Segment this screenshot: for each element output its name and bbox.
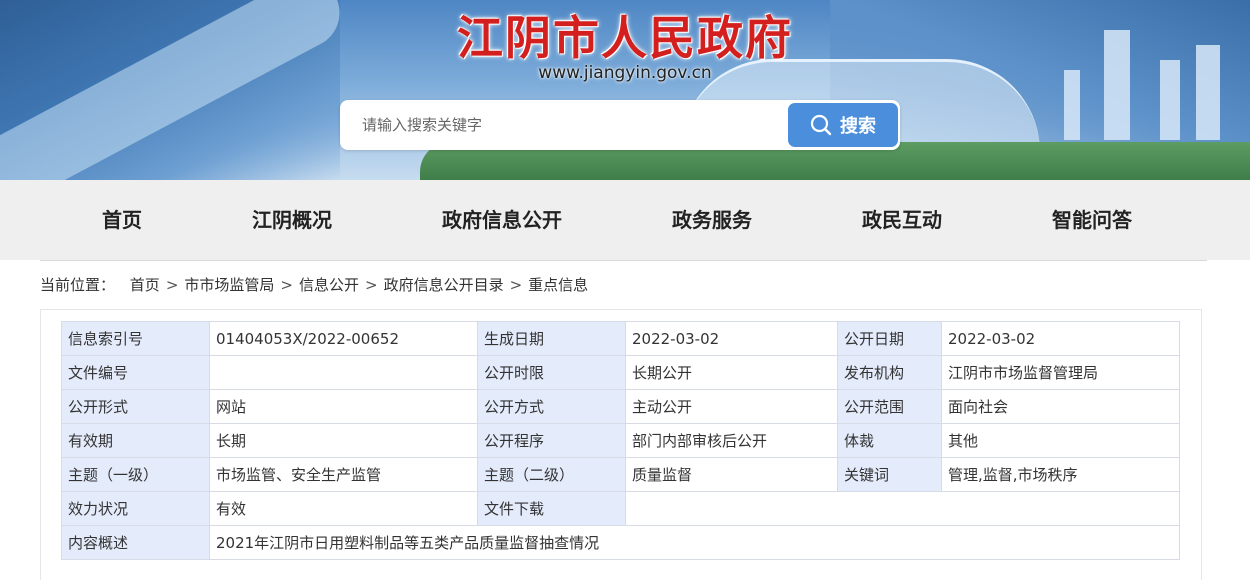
procedure-label: 公开程序	[477, 423, 626, 458]
status-value: 有效	[209, 491, 478, 526]
topic1-value: 市场监管、安全生产监管	[209, 457, 478, 492]
publisher-label: 发布机构	[837, 355, 942, 390]
breadcrumb-item-info-public[interactable]: 信息公开	[299, 276, 359, 294]
publish-mode-label: 公开方式	[477, 389, 626, 424]
table-row: 有效期 长期 公开程序 部门内部审核后公开 体裁 其他	[61, 423, 1180, 458]
search-icon	[810, 114, 832, 136]
download-label: 文件下载	[477, 491, 626, 526]
search-input[interactable]	[340, 100, 780, 150]
publish-form-label: 公开形式	[61, 389, 210, 424]
table-row: 主题（一级） 市场监管、安全生产监管 主题（二级） 质量监督 关键词 管理,监督…	[61, 457, 1180, 492]
publish-mode-value: 主动公开	[625, 389, 838, 424]
nav-item-qa[interactable]: 智能问答	[1052, 180, 1132, 260]
site-title: 江阴市人民政府	[457, 11, 793, 65]
publish-scope-label: 公开范围	[837, 389, 942, 424]
publish-term-value: 长期公开	[625, 355, 838, 390]
procedure-value: 部门内部审核后公开	[625, 423, 838, 458]
header-banner: 江阴市人民政府 www.jiangyin.gov.cn 搜索	[0, 0, 1250, 180]
nav-item-home[interactable]: 首页	[102, 180, 142, 260]
search-button[interactable]: 搜索	[788, 103, 898, 147]
table-row: 内容概述 2021年江阴市日用塑料制品等五类产品质量监督抽查情况	[61, 525, 1180, 560]
doc-no-label: 文件编号	[61, 355, 210, 390]
search-box: 搜索	[340, 100, 900, 150]
genre-label: 体裁	[837, 423, 942, 458]
breadcrumb-separator: >	[509, 276, 523, 294]
nav-item-interaction[interactable]: 政民互动	[862, 180, 942, 260]
table-row: 效力状况 有效 文件下载	[61, 491, 1180, 526]
doc-no-value	[209, 355, 478, 390]
validity-label: 有效期	[61, 423, 210, 458]
keywords-value: 管理,监督,市场秩序	[941, 457, 1180, 492]
topic2-label: 主题（二级）	[477, 457, 626, 492]
info-metadata-table: 信息索引号 01404053X/2022-00652 生成日期 2022-03-…	[61, 321, 1180, 560]
search-button-label: 搜索	[840, 116, 876, 137]
summary-label: 内容概述	[61, 525, 210, 560]
nav-item-overview[interactable]: 江阴概况	[252, 180, 332, 260]
site-url: www.jiangyin.gov.cn	[538, 63, 712, 83]
publish-date-value: 2022-03-02	[941, 321, 1180, 356]
table-row: 公开形式 网站 公开方式 主动公开 公开范围 面向社会	[61, 389, 1180, 424]
breadcrumb-separator: >	[280, 276, 293, 294]
topic2-value: 质量监督	[625, 457, 838, 492]
breadcrumb-separator: >	[365, 276, 378, 294]
status-label: 效力状况	[61, 491, 210, 526]
publish-form-value: 网站	[209, 389, 478, 424]
publish-date-label: 公开日期	[837, 321, 942, 356]
nav-item-services[interactable]: 政务服务	[672, 180, 752, 260]
divider	[40, 260, 1207, 261]
breadcrumb: 当前位置： 首页 > 市市场监管局 > 信息公开 > 政府信息公开目录 > 重点信息	[40, 274, 588, 295]
validity-value: 长期	[209, 423, 478, 458]
publisher-value: 江阴市市场监督管理局	[941, 355, 1180, 390]
breadcrumb-item-catalog[interactable]: 政府信息公开目录	[384, 276, 504, 294]
download-value[interactable]	[625, 491, 1180, 526]
breadcrumb-item-market-bureau[interactable]: 市市场监管局	[184, 276, 274, 294]
breadcrumb-item-home[interactable]: 首页	[130, 276, 160, 294]
publish-scope-value: 面向社会	[941, 389, 1180, 424]
topic1-label: 主题（一级）	[61, 457, 210, 492]
created-date-value: 2022-03-02	[625, 321, 838, 356]
genre-value: 其他	[941, 423, 1180, 458]
index-no-label: 信息索引号	[61, 321, 210, 356]
table-row: 信息索引号 01404053X/2022-00652 生成日期 2022-03-…	[61, 321, 1180, 356]
index-no-value: 01404053X/2022-00652	[209, 321, 478, 356]
keywords-label: 关键词	[837, 457, 942, 492]
publish-term-label: 公开时限	[477, 355, 626, 390]
table-row: 文件编号 公开时限 长期公开 发布机构 江阴市市场监督管理局	[61, 355, 1180, 390]
nav-item-gov-info[interactable]: 政府信息公开	[442, 180, 562, 260]
main-nav: 首页 江阴概况 政府信息公开 政务服务 政民互动 智能问答	[0, 180, 1250, 260]
created-date-label: 生成日期	[477, 321, 626, 356]
breadcrumb-item-key-info[interactable]: 重点信息	[528, 276, 588, 294]
summary-value: 2021年江阴市日用塑料制品等五类产品质量监督抽查情况	[209, 525, 1180, 560]
breadcrumb-label: 当前位置：	[40, 276, 116, 294]
breadcrumb-separator: >	[165, 276, 179, 294]
